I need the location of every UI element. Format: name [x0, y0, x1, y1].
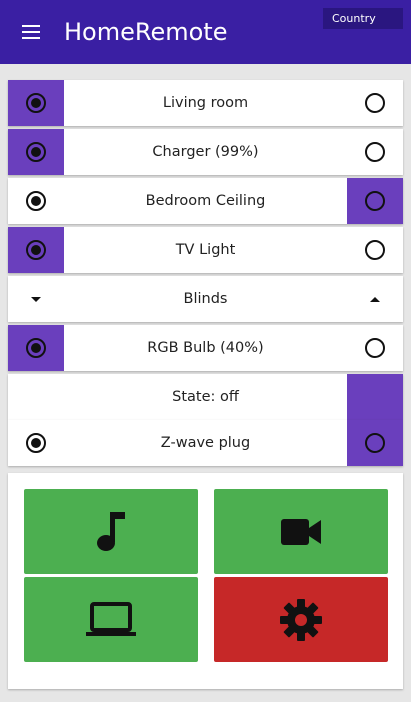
country-select[interactable]: Country: [323, 8, 403, 29]
blinds-up-button[interactable]: [347, 276, 403, 322]
radio-checked-icon: [26, 142, 46, 162]
device-row-blinds: Blinds: [8, 276, 403, 322]
video-camera-icon: [281, 518, 321, 545]
device-label: Z-wave plug: [160, 435, 251, 451]
device-row-charger: Charger (99%): [8, 129, 403, 175]
tv-light-off-button[interactable]: [347, 227, 403, 273]
device-label: Charger (99%): [152, 144, 259, 160]
living-room-on-button[interactable]: [8, 80, 64, 126]
rgb-bulb-on-button[interactable]: [8, 325, 64, 371]
radio-checked-icon: [26, 433, 46, 453]
radio-unchecked-icon: [365, 338, 385, 358]
camera-tile-button[interactable]: [214, 489, 388, 574]
device-label: Bedroom Ceiling: [145, 193, 266, 209]
device-row-bedroom-ceiling: Bedroom Ceiling: [8, 178, 403, 224]
device-label: Blinds: [183, 291, 228, 307]
gear-icon: [280, 598, 322, 641]
radio-unchecked-icon: [365, 240, 385, 260]
blinds-down-button[interactable]: [8, 276, 64, 322]
shortcut-panel: [8, 473, 403, 689]
device-label: Living room: [162, 95, 249, 111]
charger-on-button[interactable]: [8, 129, 64, 175]
radio-unchecked-icon: [365, 191, 385, 211]
music-note-icon: [97, 511, 125, 551]
device-label: TV Light: [175, 242, 236, 258]
menu-icon[interactable]: [20, 22, 44, 42]
tv-light-on-button[interactable]: [8, 227, 64, 273]
radio-checked-icon: [26, 93, 46, 113]
music-tile-button[interactable]: [24, 489, 198, 574]
app-bar: HomeRemote Country: [0, 0, 411, 64]
radio-checked-icon: [26, 338, 46, 358]
radio-checked-icon: [26, 191, 46, 211]
arrow-up-icon: [370, 296, 380, 302]
living-room-off-button[interactable]: [347, 80, 403, 126]
device-row-tv-light: TV Light: [8, 227, 403, 273]
device-label: RGB Bulb (40%): [147, 340, 264, 356]
bedroom-ceiling-off-button[interactable]: [347, 178, 403, 224]
device-row-z-wave-plug: Z-wave plug: [8, 420, 403, 466]
arrow-down-icon: [31, 296, 41, 302]
device-row-state: State: off: [8, 374, 403, 420]
z-wave-plug-off-button[interactable]: [347, 420, 403, 466]
charger-off-button[interactable]: [347, 129, 403, 175]
state-toggle-button[interactable]: [347, 374, 403, 420]
bedroom-ceiling-on-button[interactable]: [8, 178, 64, 224]
radio-checked-icon: [26, 240, 46, 260]
laptop-tile-button[interactable]: [24, 577, 198, 662]
z-wave-plug-on-button[interactable]: [8, 420, 64, 466]
rgb-bulb-off-button[interactable]: [347, 325, 403, 371]
radio-unchecked-icon: [365, 433, 385, 453]
laptop-icon: [86, 601, 136, 636]
app-title: HomeRemote: [64, 18, 228, 46]
radio-unchecked-icon: [365, 142, 385, 162]
state-label: State: off: [172, 389, 239, 405]
radio-unchecked-icon: [365, 93, 385, 113]
device-row-rgb-bulb: RGB Bulb (40%): [8, 325, 403, 371]
settings-tile-button[interactable]: [214, 577, 388, 662]
device-row-living-room: Living room: [8, 80, 403, 126]
